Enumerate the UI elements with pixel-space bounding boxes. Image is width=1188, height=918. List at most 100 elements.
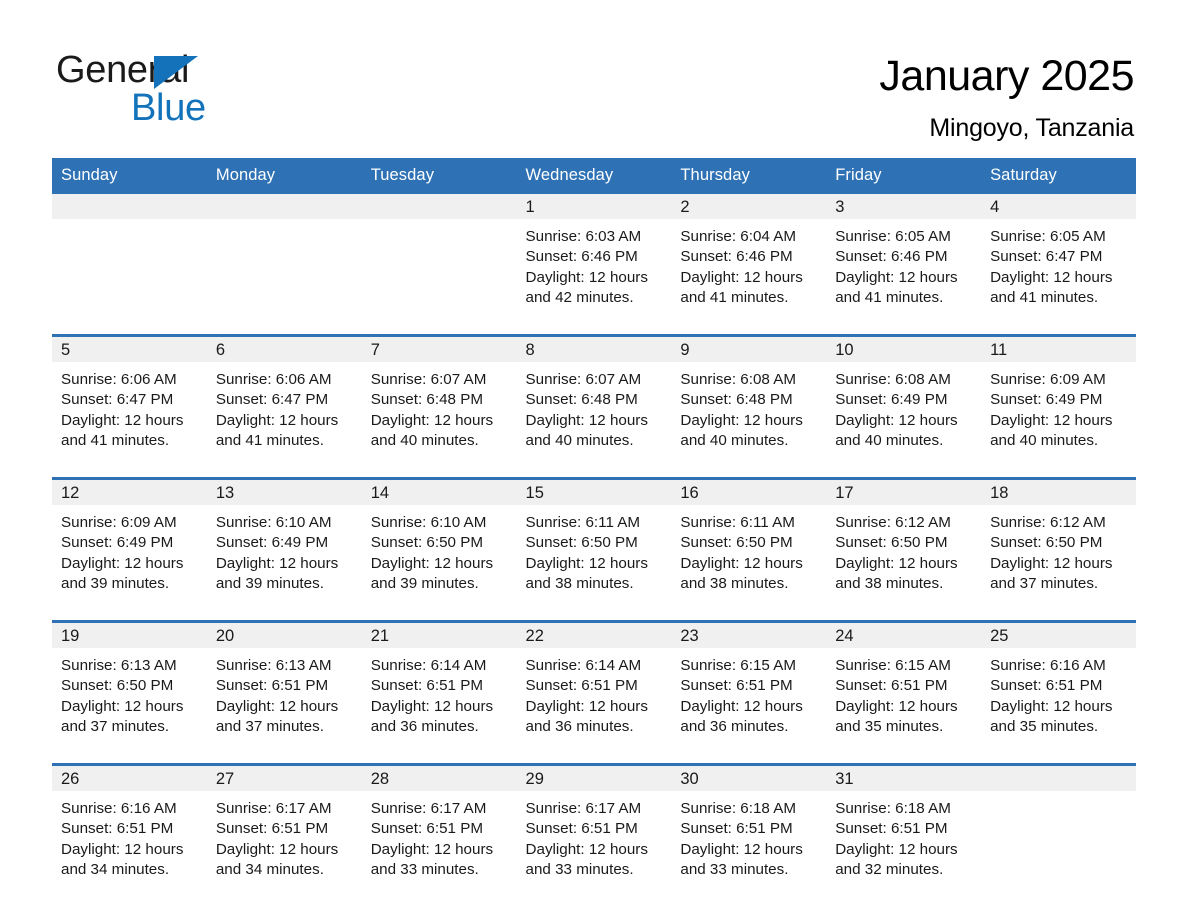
calendar-header-row: Sunday Monday Tuesday Wednesday Thursday… (52, 158, 1136, 194)
day-details: Sunrise: 6:08 AM Sunset: 6:48 PM Daylight:… (671, 362, 826, 451)
sunrise-text: Sunrise: 6:05 AM (835, 228, 951, 245)
day-cell-inner: 15 Sunrise: 6:11 AM Sunset: 6:50 PM Dayligh… (516, 480, 672, 611)
sunrise-text: Sunrise: 6:10 AM (370, 514, 487, 531)
calendar-day-cell[interactable]: 8 Sunrise: 6:07 AM Sunset: 6:48 PM Daylight… (516, 334, 672, 468)
daylight-text-line2: and 41 minutes. (835, 288, 944, 306)
sunset-text: Sunset: 6:51 PM (835, 677, 948, 695)
week-gap (52, 754, 1136, 765)
calendar-day-cell[interactable]: 3 Sunrise: 6:05 AM Sunset: 6:46 PM Daylight… (826, 194, 982, 325)
day-details: Sunrise: 6:11 AM Sunset: 6:50 PM Daylight:… (517, 505, 672, 594)
daylight-text-line1: Daylight: 12 hours (990, 697, 1113, 715)
calendar-day-cell[interactable]: 18 Sunrise: 6:12 AM Sunset: 6:50 PM Dayligh… (981, 477, 1136, 611)
calendar-day-cell[interactable]: 4 Sunrise: 6:05 AM Sunset: 6:47 PM Daylight… (981, 194, 1136, 325)
calendar-day-cell[interactable]: 27 Sunrise: 6:17 AM Sunset: 6:51 PM Dayligh… (206, 763, 362, 897)
day-number-band: 19 (52, 623, 207, 648)
calendar-day-cell[interactable]: 9 Sunrise: 6:08 AM Sunset: 6:48 PM Daylight… (671, 334, 827, 468)
daylight-text-line2: and 38 minutes. (835, 574, 944, 592)
calendar-day-cell[interactable]: 21 Sunrise: 6:14 AM Sunset: 6:51 PM Dayligh… (361, 620, 517, 754)
calendar-day-cell[interactable]: 6 Sunrise: 6:06 AM Sunset: 6:47 PM Daylight… (206, 334, 362, 468)
day-details: Sunrise: 6:07 AM Sunset: 6:48 PM Daylight:… (362, 362, 517, 451)
calendar-day-cell[interactable]: 22 Sunrise: 6:14 AM Sunset: 6:51 PM Dayligh… (516, 620, 672, 754)
day-number: 28 (370, 770, 390, 788)
day-cell-inner: 16 Sunrise: 6:11 AM Sunset: 6:50 PM Dayligh… (671, 480, 827, 611)
day-cell-inner: 12 Sunrise: 6:09 AM Sunset: 6:49 PM Dayligh… (52, 480, 207, 611)
day-number: 4 (990, 198, 1000, 216)
calendar-day-cell[interactable]: 12 Sunrise: 6:09 AM Sunset: 6:49 PM Dayligh… (52, 477, 207, 611)
calendar-day-cell[interactable]: 5 Sunrise: 6:06 AM Sunset: 6:47 PM Daylight… (52, 334, 207, 468)
calendar-day-cell[interactable]: 20 Sunrise: 6:13 AM Sunset: 6:51 PM Dayligh… (206, 620, 362, 754)
daylight-text-line1: Daylight: 12 hours (680, 411, 803, 429)
calendar-day-cell[interactable]: 10 Sunrise: 6:08 AM Sunset: 6:49 PM Dayligh… (826, 334, 982, 468)
sunset-text: Sunset: 6:46 PM (835, 248, 948, 266)
day-number-band: 7 (361, 337, 517, 362)
day-number: 10 (835, 341, 854, 359)
daylight-text-line2: and 36 minutes. (680, 717, 789, 735)
day-details: Sunrise: 6:09 AM Sunset: 6:49 PM Daylight:… (52, 505, 207, 594)
weekday-header-monday: Monday (206, 158, 362, 194)
day-details: Sunrise: 6:07 AM Sunset: 6:48 PM Daylight:… (517, 362, 672, 451)
calendar-day-cell[interactable]: 19 Sunrise: 6:13 AM Sunset: 6:50 PM Dayligh… (52, 620, 207, 754)
day-number-band: 29 (516, 766, 672, 791)
sunrise-text: Sunrise: 6:18 AM (835, 800, 951, 817)
day-number-band: 21 (361, 623, 517, 648)
day-number: 17 (835, 484, 854, 502)
sunrise-text: Sunrise: 6:08 AM (835, 371, 951, 388)
triangle-icon (154, 56, 198, 89)
sunset-text: Sunset: 6:46 PM (525, 248, 638, 266)
day-cell-inner: 7 Sunrise: 6:07 AM Sunset: 6:48 PM Daylight… (361, 337, 517, 468)
weekday-header-sunday: Sunday (52, 158, 207, 194)
calendar-day-cell[interactable]: 7 Sunrise: 6:07 AM Sunset: 6:48 PM Daylight… (361, 334, 517, 468)
sunset-text: Sunset: 6:49 PM (61, 534, 174, 552)
calendar-day-cell[interactable]: 11 Sunrise: 6:09 AM Sunset: 6:49 PM Dayligh… (981, 334, 1136, 468)
calendar-day-cell[interactable]: 24 Sunrise: 6:15 AM Sunset: 6:51 PM Dayligh… (826, 620, 982, 754)
day-cell-inner: 1 Sunrise: 6:03 AM Sunset: 6:46 PM Daylight… (516, 194, 672, 325)
calendar-day-cell[interactable]: 17 Sunrise: 6:12 AM Sunset: 6:50 PM Dayligh… (826, 477, 982, 611)
day-number-band: 14 (361, 480, 517, 505)
sunset-text: Sunset: 6:48 PM (370, 391, 483, 409)
calendar-table: Sunday Monday Tuesday Wednesday Thursday… (52, 158, 1136, 897)
day-cell-inner: 27 Sunrise: 6:17 AM Sunset: 6:51 PM Dayligh… (206, 766, 362, 897)
daylight-text-line1: Daylight: 12 hours (525, 840, 648, 858)
calendar-day-cell[interactable]: 14 Sunrise: 6:10 AM Sunset: 6:50 PM Dayligh… (361, 477, 517, 611)
calendar-day-cell[interactable]: 2 Sunrise: 6:04 AM Sunset: 6:46 PM Daylight… (671, 194, 827, 325)
day-details: Sunrise: 6:17 AM Sunset: 6:51 PM Daylight:… (362, 791, 517, 880)
calendar-week-row: 12 Sunrise: 6:09 AM Sunset: 6:49 PM Dayligh… (52, 477, 1136, 611)
day-number-band: 10 (826, 337, 982, 362)
calendar-day-cell[interactable]: 31 Sunrise: 6:18 AM Sunset: 6:51 PM Dayligh… (826, 763, 982, 897)
day-number: 7 (370, 341, 380, 359)
daylight-text-line2: and 40 minutes. (990, 431, 1099, 449)
calendar-day-cell[interactable]: 16 Sunrise: 6:11 AM Sunset: 6:50 PM Dayligh… (671, 477, 827, 611)
daylight-text-line1: Daylight: 12 hours (525, 697, 648, 715)
calendar-day-cell[interactable]: 1 Sunrise: 6:03 AM Sunset: 6:46 PM Daylight… (516, 194, 672, 325)
calendar-day-cell[interactable]: 28 Sunrise: 6:17 AM Sunset: 6:51 PM Dayligh… (361, 763, 517, 897)
daylight-text-line1: Daylight: 12 hours (990, 554, 1113, 572)
calendar-day-cell[interactable]: 30 Sunrise: 6:18 AM Sunset: 6:51 PM Dayligh… (671, 763, 827, 897)
day-cell-inner: 17 Sunrise: 6:12 AM Sunset: 6:50 PM Dayligh… (826, 480, 982, 611)
sunset-text: Sunset: 6:51 PM (525, 820, 638, 838)
day-cell-inner: 11 Sunrise: 6:09 AM Sunset: 6:49 PM Dayligh… (981, 337, 1136, 468)
sunset-text: Sunset: 6:51 PM (215, 820, 329, 838)
calendar-day-cell[interactable]: 15 Sunrise: 6:11 AM Sunset: 6:50 PM Dayligh… (516, 477, 672, 611)
calendar-day-cell[interactable]: 23 Sunrise: 6:15 AM Sunset: 6:51 PM Dayligh… (671, 620, 827, 754)
daylight-text-line1: Daylight: 12 hours (835, 268, 958, 286)
day-cell-inner: 20 Sunrise: 6:13 AM Sunset: 6:51 PM Dayligh… (206, 623, 362, 754)
daylight-text-line2: and 37 minutes. (990, 574, 1099, 592)
day-details: Sunrise: 6:10 AM Sunset: 6:50 PM Daylight:… (362, 505, 517, 594)
day-details: Sunrise: 6:13 AM Sunset: 6:51 PM Daylight:… (207, 648, 362, 737)
daylight-text-line1: Daylight: 12 hours (680, 697, 803, 715)
calendar-day-cell[interactable]: 25 Sunrise: 6:16 AM Sunset: 6:51 PM Dayligh… (981, 620, 1136, 754)
day-details: Sunrise: 6:05 AM Sunset: 6:47 PM Daylight:… (981, 219, 1136, 308)
daylight-text-line2: and 36 minutes. (370, 717, 479, 735)
calendar-day-cell[interactable]: 26 Sunrise: 6:16 AM Sunset: 6:51 PM Dayligh… (52, 763, 207, 897)
calendar-day-cell[interactable]: 13 Sunrise: 6:10 AM Sunset: 6:49 PM Dayligh… (206, 477, 362, 611)
calendar-day-cell-empty (206, 194, 362, 325)
day-details: Sunrise: 6:15 AM Sunset: 6:51 PM Daylight:… (826, 648, 981, 737)
day-number-band: 5 (52, 337, 207, 362)
daylight-text-line1: Daylight: 12 hours (370, 554, 494, 572)
day-cell-inner: 26 Sunrise: 6:16 AM Sunset: 6:51 PM Dayligh… (52, 766, 207, 897)
day-details: Sunrise: 6:04 AM Sunset: 6:46 PM Daylight:… (671, 219, 826, 308)
day-number-band (52, 194, 207, 219)
day-number-band: 28 (361, 766, 517, 791)
sunrise-text: Sunrise: 6:17 AM (370, 800, 487, 817)
calendar-day-cell[interactable]: 29 Sunrise: 6:17 AM Sunset: 6:51 PM Dayligh… (516, 763, 672, 897)
